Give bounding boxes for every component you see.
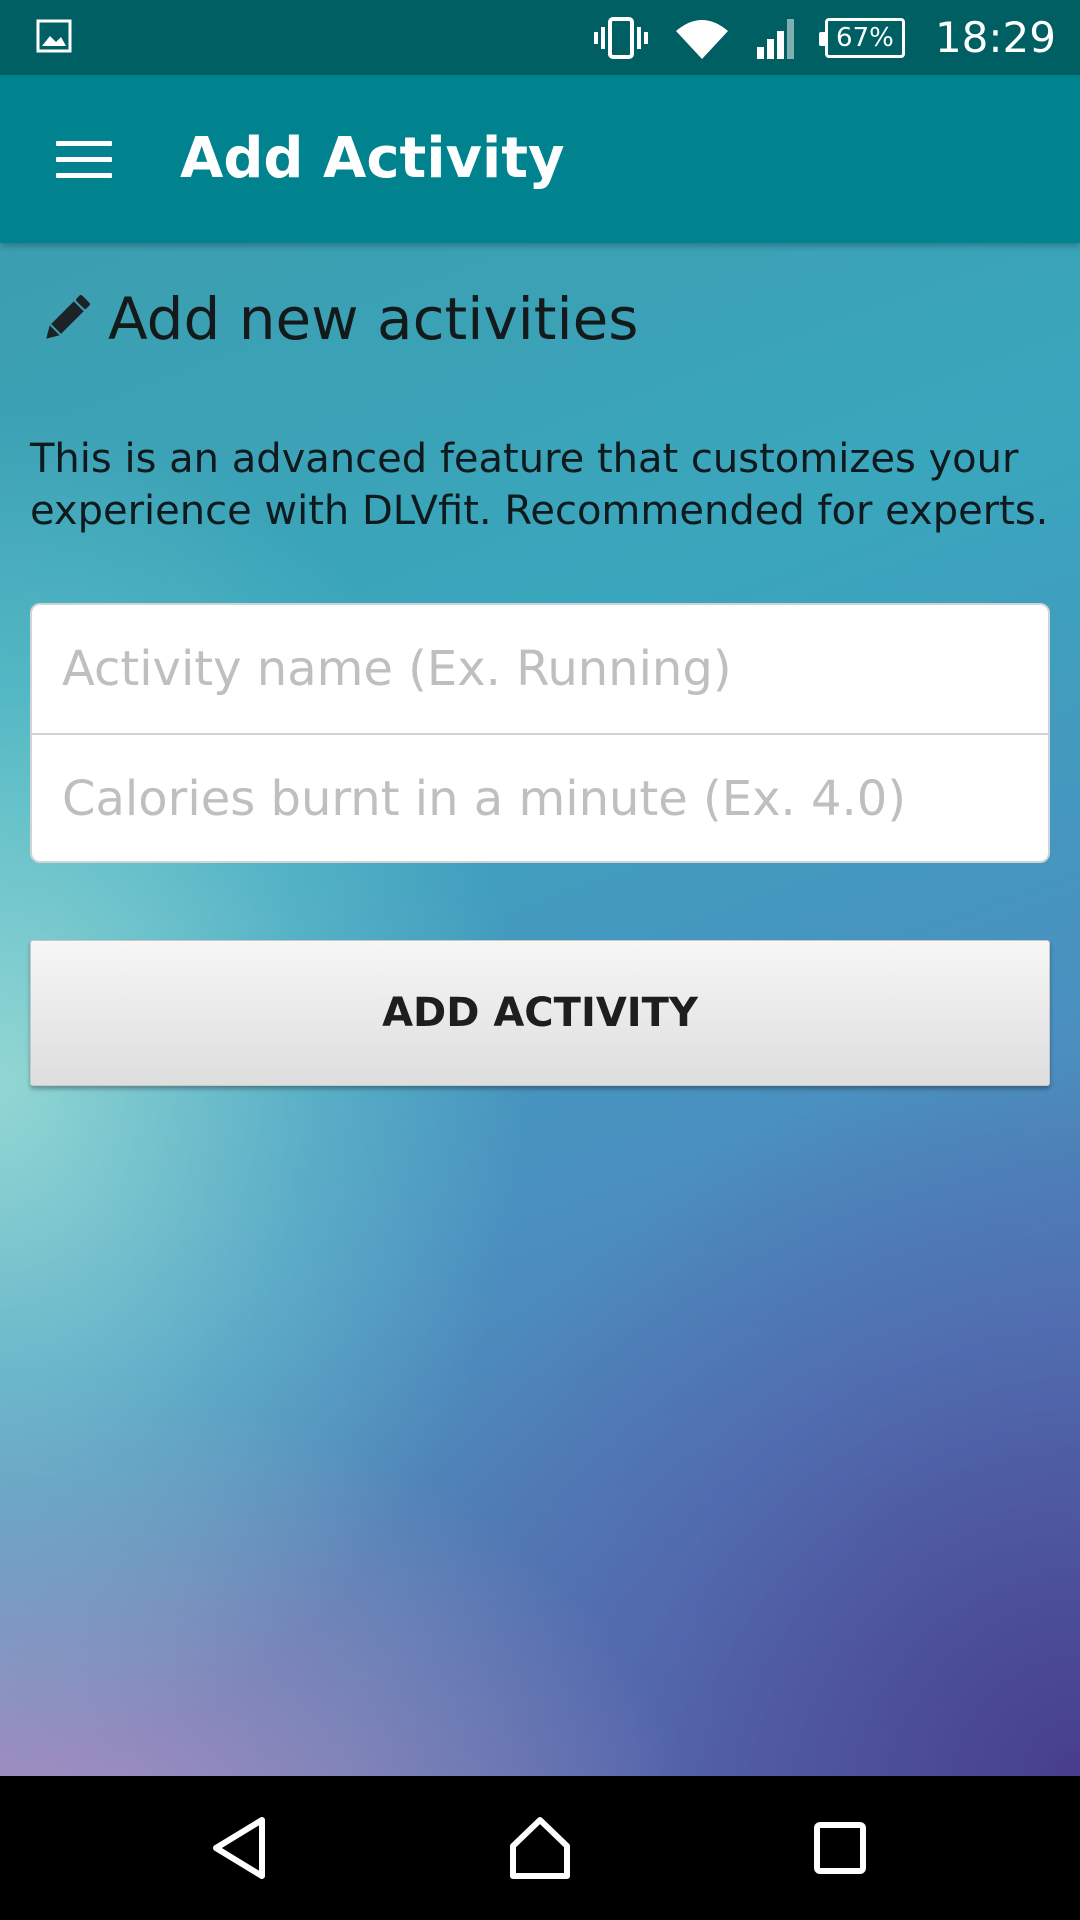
calories-input[interactable]: [32, 735, 1048, 861]
image-icon: [36, 19, 72, 53]
hamburger-menu-icon[interactable]: [42, 125, 126, 193]
add-activity-button[interactable]: ADD ACTIVITY: [30, 940, 1050, 1086]
back-button[interactable]: [170, 1776, 310, 1920]
activity-name-input[interactable]: [32, 605, 1048, 733]
status-indicators: 67% 18:29: [593, 0, 1056, 75]
status-bar: 67% 18:29: [0, 0, 1080, 75]
signal-icon: [756, 18, 794, 59]
wifi-icon: [675, 19, 728, 59]
recent-apps-icon: [814, 1822, 866, 1874]
activity-form: [30, 603, 1050, 863]
recent-apps-button[interactable]: [770, 1776, 910, 1920]
pencil-icon: [46, 295, 90, 339]
section-header: Add new activities: [38, 279, 639, 359]
app-bar: Add Activity: [0, 75, 1080, 243]
status-time: 18:29: [934, 13, 1056, 62]
description-text: This is an advanced feature that customi…: [30, 436, 1049, 534]
battery-icon: 67%: [818, 17, 905, 58]
vibrate-icon: [593, 16, 648, 59]
home-icon: [510, 1817, 570, 1879]
section-title: Add new activities: [108, 285, 639, 353]
page-title: Add Activity: [180, 126, 565, 191]
back-icon: [213, 1817, 265, 1879]
home-button[interactable]: [470, 1776, 610, 1920]
main-content: Add new activities This is an advanced f…: [0, 243, 1080, 1776]
navigation-bar: [0, 1776, 1080, 1920]
